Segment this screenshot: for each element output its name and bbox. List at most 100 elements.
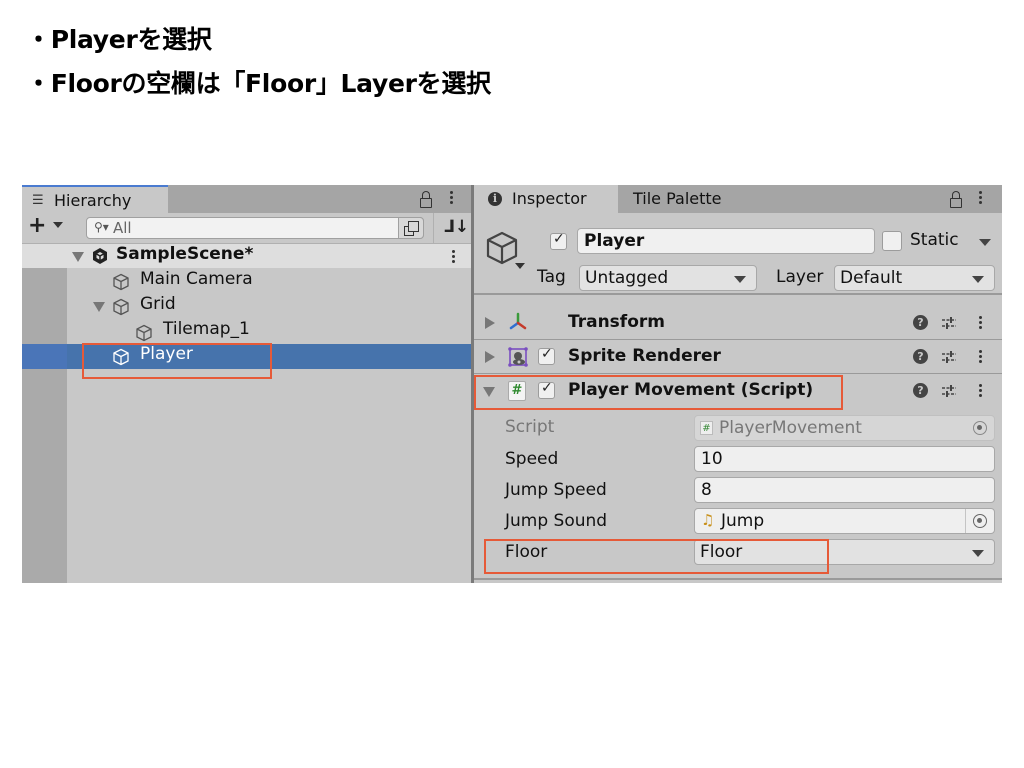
- gameobject-icon: [136, 324, 152, 342]
- sprite-renderer-icon: [508, 347, 528, 367]
- script-value: PlayerMovement: [719, 418, 862, 438]
- scene-search-button[interactable]: [398, 217, 424, 239]
- help-icon[interactable]: ?: [913, 383, 928, 398]
- hierarchy-panel: ☰ Hierarchy + ⚲▾ All ⅃↓ SampleScene* Mai…: [22, 185, 471, 583]
- more-options-icon[interactable]: [450, 191, 454, 206]
- object-picker-button[interactable]: [965, 509, 994, 533]
- script-icon: #: [700, 421, 713, 435]
- preset-icon[interactable]: [941, 349, 957, 365]
- hierarchy-item-grid[interactable]: Grid: [22, 294, 471, 319]
- gameobject-icon[interactable]: [484, 230, 520, 266]
- expand-arrow-icon[interactable]: [72, 252, 84, 262]
- add-icon[interactable]: +: [28, 215, 46, 237]
- item-label: Tilemap_1: [163, 319, 250, 339]
- gameobject-icon: [113, 273, 129, 291]
- component-title: Player Movement (Script): [568, 380, 814, 400]
- help-icon[interactable]: ?: [913, 349, 928, 364]
- static-label: Static: [910, 230, 959, 250]
- component-transform[interactable]: Transform ?: [474, 306, 1002, 340]
- name-field[interactable]: Player: [577, 228, 875, 254]
- tag-value: Untagged: [585, 268, 669, 288]
- instruction-line-2: ・Floorの空欄は「Floor」Layerを選択: [26, 69, 491, 98]
- script-field: # PlayerMovement: [694, 415, 995, 441]
- search-icon: ⚲▾: [94, 220, 109, 234]
- hierarchy-item-main-camera[interactable]: Main Camera: [22, 269, 471, 294]
- property-label-speed: Speed: [505, 449, 559, 469]
- inspector-bottom-border: [474, 578, 1002, 580]
- search-placeholder: All: [113, 219, 132, 237]
- collapse-arrow-icon[interactable]: [483, 387, 495, 397]
- layer-value: Default: [840, 268, 903, 288]
- scene-options-icon[interactable]: [452, 250, 456, 265]
- expand-arrow-icon[interactable]: [485, 351, 495, 363]
- component-options-icon[interactable]: [979, 350, 983, 365]
- icon-dropdown-icon[interactable]: [515, 263, 525, 269]
- hierarchy-toolbar: + ⚲▾ All ⅃↓: [22, 213, 471, 244]
- scene-name: SampleScene*: [116, 244, 254, 264]
- expand-arrow-icon[interactable]: [485, 317, 495, 329]
- tab-label: Hierarchy: [54, 191, 132, 210]
- name-value: Player: [584, 231, 645, 251]
- inspector-panel: i Inspector Tile Palette ✓ Player Static…: [474, 185, 1002, 583]
- inspector-tabbar: i Inspector Tile Palette: [474, 185, 1002, 213]
- layer-dropdown[interactable]: Default: [834, 265, 995, 291]
- search-input[interactable]: ⚲▾ All: [86, 217, 424, 239]
- item-label: Grid: [140, 294, 176, 314]
- preset-icon[interactable]: [941, 315, 957, 331]
- component-options-icon[interactable]: [979, 316, 983, 331]
- chevron-down-icon: [972, 276, 984, 283]
- enabled-checkbox[interactable]: ✓: [538, 380, 555, 399]
- more-options-icon[interactable]: [979, 191, 983, 206]
- tab-hierarchy[interactable]: ☰ Hierarchy: [22, 185, 168, 213]
- hierarchy-tabbar: ☰ Hierarchy: [22, 185, 471, 213]
- item-label: Main Camera: [140, 269, 253, 289]
- preset-icon[interactable]: [941, 383, 957, 399]
- info-icon: i: [488, 192, 502, 206]
- property-label-floor: Floor: [505, 542, 548, 562]
- component-title: Sprite Renderer: [568, 346, 721, 366]
- gameobject-header: ✓ Player Static Tag Untagged Layer Defau…: [474, 213, 1002, 295]
- static-dropdown-icon[interactable]: [979, 239, 991, 246]
- instruction-line-1: ・Playerを選択: [26, 25, 212, 54]
- hierarchy-tree: SampleScene* Main Camera Grid Tilemap_1: [22, 244, 471, 583]
- help-icon[interactable]: ?: [913, 315, 928, 330]
- floor-layer-dropdown[interactable]: Floor: [694, 539, 995, 565]
- script-icon: #: [508, 381, 526, 401]
- enabled-checkbox[interactable]: ✓: [538, 346, 555, 365]
- active-checkbox[interactable]: ✓: [550, 231, 567, 250]
- jump-sound-field[interactable]: ♫ Jump: [694, 508, 995, 534]
- jump-sound-value: Jump: [721, 511, 765, 531]
- tab-label: Inspector: [512, 189, 587, 208]
- hierarchy-item-player[interactable]: Player: [22, 344, 471, 369]
- unity-scene-icon: [93, 248, 107, 264]
- add-dropdown-icon[interactable]: [53, 222, 63, 228]
- static-checkbox[interactable]: [882, 231, 902, 251]
- lock-icon[interactable]: [420, 191, 432, 208]
- layer-label: Layer: [776, 267, 824, 287]
- lock-icon[interactable]: [950, 191, 962, 208]
- tab-label: Tile Palette: [633, 189, 722, 208]
- property-label-script: Script: [505, 417, 555, 437]
- speed-input[interactable]: 10: [694, 446, 995, 472]
- gameobject-icon: [113, 298, 129, 316]
- speed-value: 10: [701, 449, 723, 469]
- component-player-movement[interactable]: # ✓ Player Movement (Script) ?: [474, 374, 1002, 408]
- item-label: Player: [140, 344, 193, 364]
- component-options-icon[interactable]: [979, 384, 983, 399]
- list-icon: ☰: [32, 193, 44, 208]
- jump-speed-input[interactable]: 8: [694, 477, 995, 503]
- property-label-jump-speed: Jump Speed: [505, 480, 607, 500]
- floor-value: Floor: [700, 542, 743, 562]
- hierarchy-item-tilemap[interactable]: Tilemap_1: [22, 319, 471, 344]
- component-sprite-renderer[interactable]: ✓ Sprite Renderer ?: [474, 340, 1002, 374]
- sort-button[interactable]: ⅃↓: [433, 213, 471, 243]
- scene-row[interactable]: SampleScene*: [22, 244, 471, 268]
- property-label-jump-sound: Jump Sound: [505, 511, 608, 531]
- chevron-down-icon: [972, 550, 984, 557]
- expand-arrow-icon[interactable]: [93, 302, 105, 312]
- component-title: Transform: [568, 312, 665, 332]
- tab-inspector[interactable]: i Inspector: [474, 185, 618, 213]
- gameobject-icon: [113, 348, 129, 366]
- object-picker-icon: [973, 421, 987, 435]
- tag-dropdown[interactable]: Untagged: [579, 265, 757, 291]
